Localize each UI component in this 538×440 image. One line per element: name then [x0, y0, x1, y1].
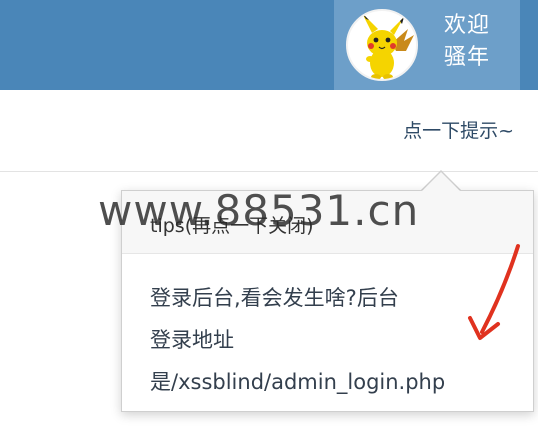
tips-toggle-link[interactable]: 点一下提示~: [403, 116, 514, 143]
red-arrow-icon: [468, 244, 520, 340]
welcome-text: 欢迎 骚年: [444, 10, 514, 74]
popover-arrow-inner: [422, 172, 460, 191]
popover-body-line-3: 是/xssblind/admin_login.php: [150, 370, 446, 394]
welcome-line-1: 欢迎: [444, 13, 491, 38]
user-info-box[interactable]: 欢迎 骚年: [334, 0, 520, 90]
welcome-line-2: 骚年: [444, 45, 491, 70]
pikachu-avatar-icon[interactable]: [346, 9, 418, 81]
top-header-bar: 欢迎 骚年: [0, 0, 538, 90]
